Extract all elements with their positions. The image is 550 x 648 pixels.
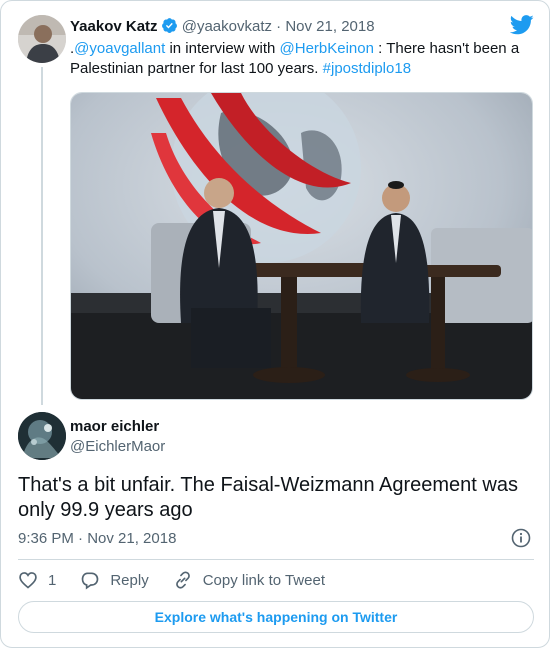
quoted-tweet-header: Yaakov Katz @yaakovkatz · Nov 21, 2018 <box>70 17 375 38</box>
like-count: 1 <box>48 571 57 589</box>
avatar[interactable] <box>18 15 66 63</box>
link-icon <box>175 571 190 589</box>
author-name[interactable]: Yaakov Katz <box>70 18 158 35</box>
author-name[interactable]: maor eichler <box>70 418 159 435</box>
text-segment: in interview with <box>165 40 280 57</box>
reply-icon <box>82 572 99 590</box>
hashtag-link[interactable]: #jpostdiplo18 <box>323 60 411 77</box>
avatar[interactable] <box>18 412 66 460</box>
verified-badge-icon <box>161 17 178 38</box>
mention-link[interactable]: @yoavgallant <box>74 40 165 57</box>
tweet-actions: 1 Reply Copy link to Tweet <box>18 569 349 591</box>
explore-button[interactable]: Explore what's happening on Twitter <box>18 601 534 633</box>
tweet-text: That's a bit unfair. The Faisal-Weizmann… <box>18 474 518 521</box>
separator: · <box>276 18 282 35</box>
tweet-timestamp[interactable]: 9:36 PM · Nov 21, 2018 <box>18 530 176 547</box>
copy-link-label: Copy link to Tweet <box>202 571 325 589</box>
tweet-photo[interactable] <box>70 92 533 400</box>
twitter-bird-icon[interactable] <box>509 15 534 40</box>
quoted-tweet-text: .@yoavgallant in interview with @HerbKei… <box>70 39 530 79</box>
info-icon[interactable] <box>511 528 531 553</box>
reply-button[interactable]: Reply <box>80 570 149 590</box>
thread-line <box>41 67 43 405</box>
author-handle[interactable]: @yaakovkatz <box>182 18 272 35</box>
like-button[interactable]: 1 <box>18 570 56 590</box>
reply-label: Reply <box>110 571 149 589</box>
heart-icon <box>19 572 37 589</box>
author-handle[interactable]: @EichlerMaor <box>70 438 165 455</box>
divider <box>18 559 534 560</box>
tweet-date[interactable]: Nov 21, 2018 <box>285 18 374 35</box>
copy-link-button[interactable]: Copy link to Tweet <box>173 570 325 590</box>
tweet-card: Yaakov Katz @yaakovkatz · Nov 21, 2018 .… <box>0 0 550 648</box>
mention-link[interactable]: @HerbKeinon <box>280 40 374 57</box>
